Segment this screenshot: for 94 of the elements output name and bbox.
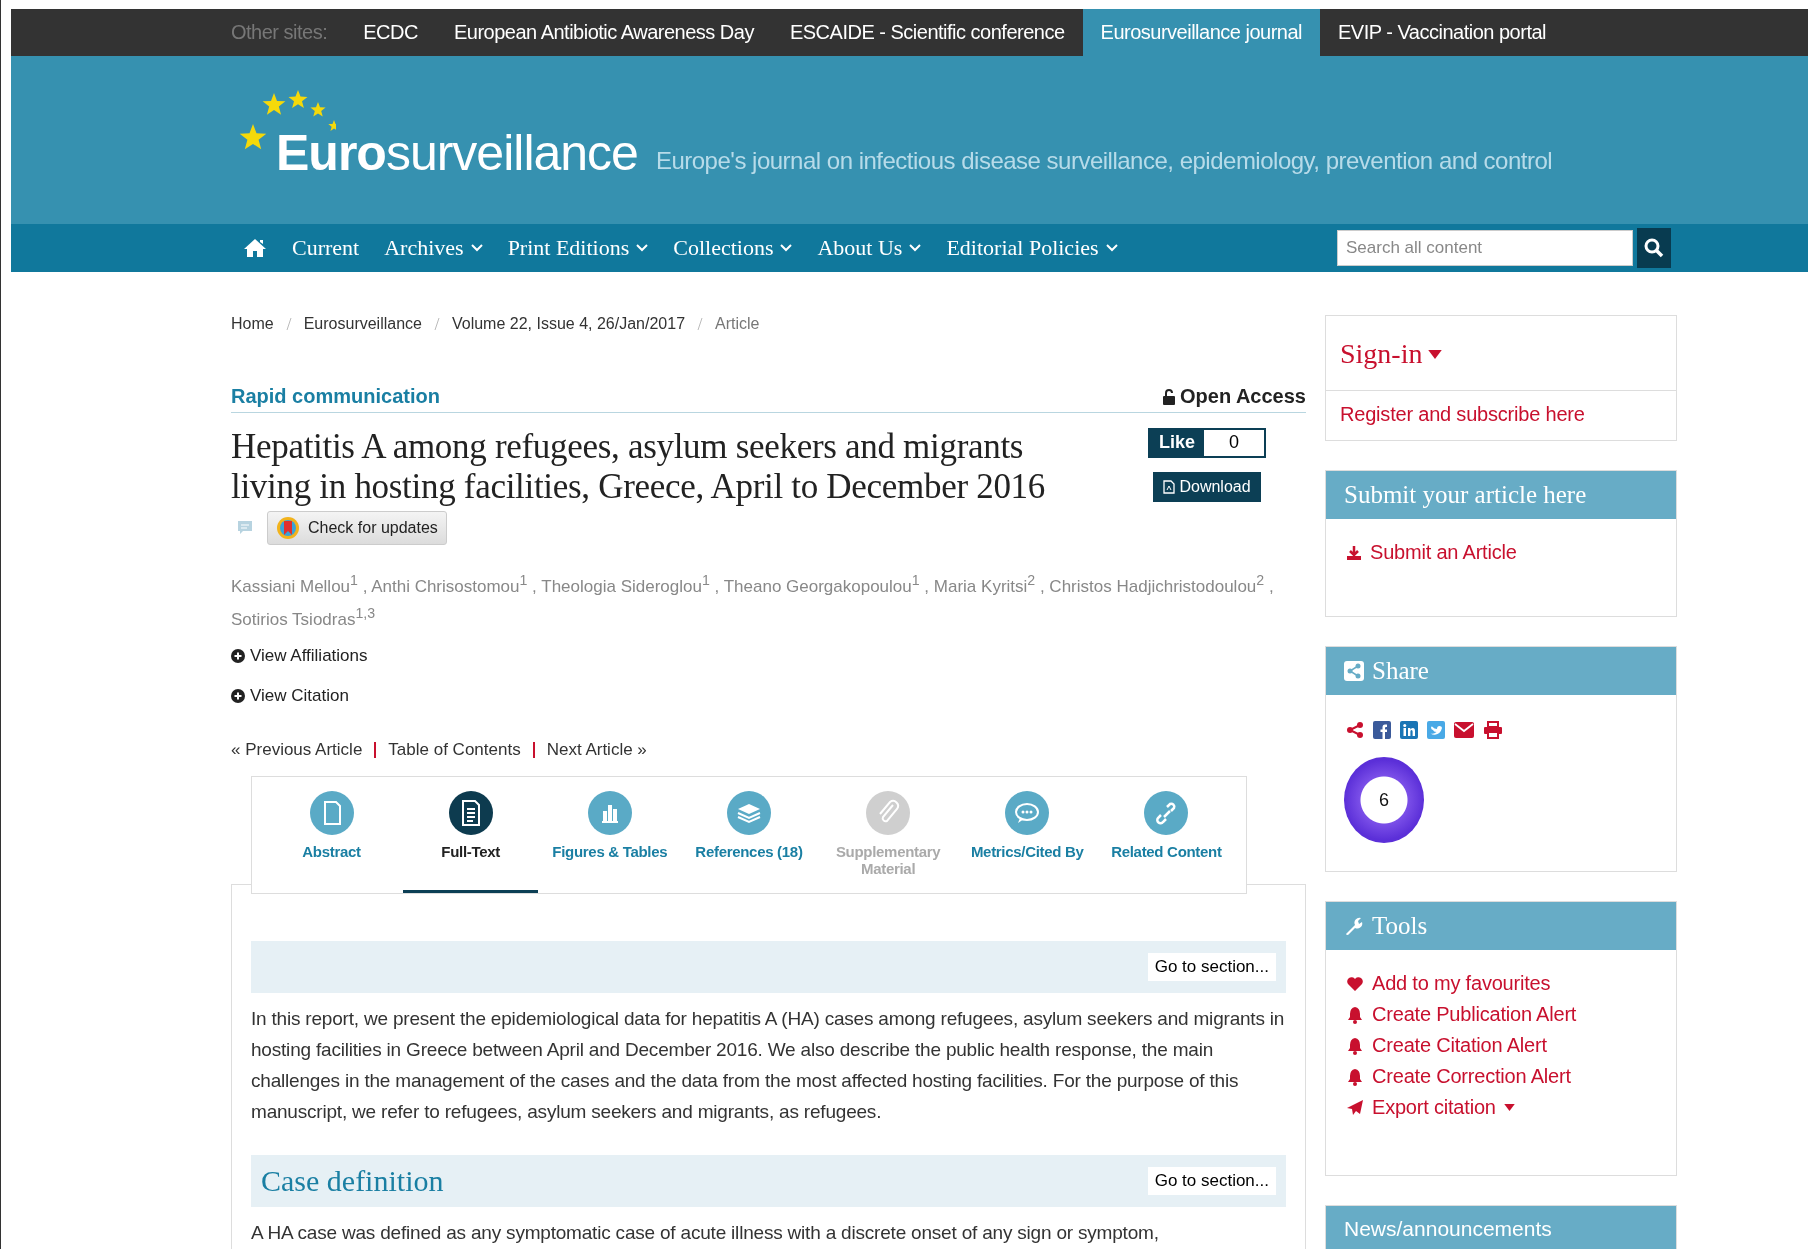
download-icon [1346, 544, 1362, 561]
panel-title: Tools [1372, 912, 1428, 940]
check-updates-button[interactable]: Check for updates [267, 511, 447, 545]
site-logo[interactable]: Eurosurveillance [276, 128, 638, 178]
slash-separator-icon [285, 317, 292, 331]
breadcrumb-link[interactable]: Article [715, 315, 760, 333]
article-tab[interactable]: Related Content [1098, 777, 1234, 894]
open-access-label: Open Access [1180, 385, 1306, 408]
email-icon[interactable] [1454, 722, 1474, 738]
next-article-link[interactable]: Next Article » [546, 740, 647, 761]
plus-circle-icon [231, 649, 245, 664]
panel-title: News/announcements [1344, 1217, 1552, 1241]
search-button[interactable] [1637, 228, 1671, 268]
expand-link[interactable]: View Citation [231, 686, 349, 707]
tool-link[interactable]: Create Citation Alert [1346, 1034, 1547, 1057]
article-tab[interactable]: Abstract [264, 777, 400, 894]
chevron-down-icon [780, 244, 793, 252]
other-sites-label: Other sites: [231, 21, 328, 44]
page-circle-icon [309, 791, 354, 836]
site-link[interactable]: ESCAIDE - Scientific conference [771, 9, 1083, 56]
download-button[interactable]: Download [1153, 472, 1261, 502]
tool-link[interactable]: Create Correction Alert [1346, 1065, 1571, 1088]
breadcrumb-link[interactable]: Eurosurveillance [303, 315, 422, 333]
linkedin-icon[interactable] [1400, 721, 1418, 739]
paragraph: A HA case was defined as any symptomatic case of acute illness with a discrete onset of any sign or symptom, [251, 1221, 1160, 1246]
paragraph: In this report, we present the epidemiological data for hepatitis A (HA) cases among refugees, asylum seekers and migrants in hosting facilities in Greece between April and December 2016. We also describe the public health response, the main challenges in the management of the cases and the data from the most affected hosting facilities. For the purpose of this manuscript, we refer to refugees, asylum seekers and migrants, as refugees. [251, 1007, 1286, 1125]
tool-link[interactable]: Create Publication Alert [1346, 1003, 1577, 1026]
panel-title: Share [1372, 657, 1429, 685]
article-type: Rapid communication [231, 385, 440, 408]
sign-in-link[interactable]: Sign-in [1340, 338, 1443, 370]
table-of-contents-link[interactable]: Table of Contents [388, 740, 521, 761]
go-to-section-button[interactable]: Go to section... [1147, 1167, 1276, 1196]
panel-title: Submit your article here [1344, 481, 1587, 509]
tagline: Europe's journal on infectious disease surveillance, epidemiology, prevention and control [655, 147, 1553, 175]
unlock-icon [1163, 388, 1175, 405]
article-title: Hepatitis A among refugees, asylum seekers and migrants living in hosting facilities, Greece, April to December 2016 [231, 427, 1046, 507]
pdf-file-icon [1163, 480, 1176, 494]
bell-icon [1346, 1067, 1364, 1086]
chevron-down-icon [636, 244, 649, 252]
share-icon[interactable] [1346, 721, 1364, 739]
facebook-icon[interactable] [1373, 721, 1391, 739]
link-circle-icon [1144, 791, 1189, 836]
bell-icon [1346, 1005, 1364, 1024]
caret-icon [1503, 1104, 1515, 1111]
bars-circle-icon [587, 791, 632, 836]
site-link[interactable]: EVIP - Vaccination portal [1320, 9, 1564, 56]
clip-circle-icon [866, 791, 911, 836]
nav-item[interactable]: About Us [817, 235, 922, 261]
slash-separator-icon [697, 317, 704, 331]
expand-link[interactable]: View Affiliations [231, 646, 368, 667]
register-link[interactable]: Register and subscribe here [1340, 403, 1585, 426]
chevron-down-icon [1105, 244, 1118, 252]
share-icon [1344, 661, 1364, 681]
article-tab[interactable]: Full-Text [403, 777, 539, 894]
chevron-down-icon [470, 244, 483, 252]
twitter-icon[interactable] [1427, 721, 1445, 739]
nav-item[interactable]: Editorial Policies [946, 235, 1118, 261]
site-link[interactable]: ECDC [345, 9, 436, 56]
like-button[interactable]: Like 0 [1148, 428, 1266, 458]
home-icon[interactable] [243, 238, 267, 258]
heart-icon [1346, 975, 1364, 992]
site-link[interactable]: European Antibiotic Awareness Day [435, 9, 772, 56]
paper-plane-icon [1346, 1098, 1364, 1117]
nav-item[interactable]: Archives [384, 235, 483, 261]
altmetric-badge[interactable]: 6 [1344, 757, 1424, 843]
caret-icon [1428, 349, 1443, 359]
previous-article-link[interactable]: « Previous Article [231, 740, 363, 761]
article-tab[interactable]: Metrics/Cited By [959, 777, 1095, 894]
lines-circle-icon [448, 791, 493, 836]
chat-circle-icon [1005, 791, 1050, 836]
tool-link[interactable]: Add to my favourites [1346, 972, 1551, 995]
nav-item[interactable]: Print Editions [507, 235, 649, 261]
article-tab[interactable]: References (18) [681, 777, 817, 894]
wrench-icon [1344, 916, 1364, 936]
plus-circle-icon [231, 689, 245, 704]
article-tab[interactable]: Figures & Tables [542, 777, 678, 894]
search-field[interactable]: Search all content [1337, 230, 1633, 266]
breadcrumb-link[interactable]: Home [231, 315, 274, 333]
nav-item[interactable]: Current [292, 235, 360, 261]
print-icon[interactable] [1483, 721, 1503, 739]
go-to-section-button[interactable]: Go to section... [1147, 953, 1276, 982]
author-list: Kassiani Mellou$^{1}$ , Anthi Chrisostomou$^{1}$ , Theologia Sideroglou$^{1}$ , Theano Georgakopoulou$^{1}$ , Maria Kyritsi$^{2}$ , Christos Hadjichristodoulou$^{2}$ , Sotirios Tsiodras$^{1,3}$ [231, 567, 1291, 633]
breadcrumb-link[interactable]: Volume 22, Issue 4, 26/Jan/2017 [451, 315, 686, 333]
stack-circle-icon [727, 791, 771, 836]
search-icon [1644, 238, 1664, 258]
bell-icon [1346, 1036, 1364, 1055]
submit-article-link[interactable]: Submit an Article [1346, 541, 1517, 564]
section-heading: Case definition [261, 1164, 444, 1199]
nav-item[interactable]: Collections [673, 235, 793, 261]
chevron-down-icon [909, 244, 922, 252]
slash-separator-icon [433, 317, 440, 331]
site-link[interactable]: Eurosurveillance journal [1082, 9, 1320, 56]
bookmark-badge-icon [276, 516, 300, 540]
tool-link[interactable]: Export citation [1346, 1096, 1515, 1119]
